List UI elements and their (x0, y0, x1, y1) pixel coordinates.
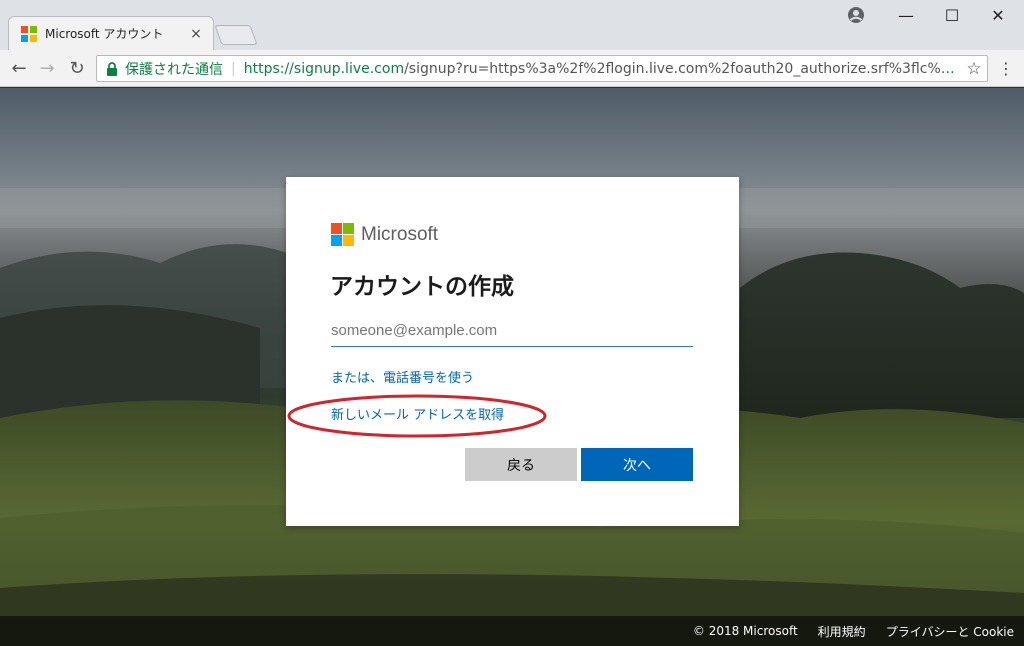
url-text[interactable]: https://signup.live.com/signup?ru=https%… (244, 61, 961, 77)
privacy-cookie-link[interactable]: プライバシーと Cookie (886, 623, 1014, 640)
secure-connection-label[interactable]: 保護された通信 (125, 59, 223, 79)
page-background: Microsoft アカウントの作成 または、電話番号を使う 新しいメール アド… (0, 88, 1024, 646)
microsoft-logo: Microsoft (331, 223, 438, 246)
email-input[interactable] (331, 315, 693, 347)
tab-title: Microsoft アカウント (45, 27, 164, 41)
next-button[interactable]: 次へ (581, 448, 693, 481)
minimize-button[interactable]: — (884, 4, 928, 28)
microsoft-logo-icon (21, 25, 37, 42)
page-title: アカウントの作成 (330, 274, 514, 300)
url-path: /signup?ru=https%3a%2f%2flogin.live.com%… (404, 60, 961, 77)
kebab-menu-icon[interactable]: ⋮ (994, 56, 1018, 82)
star-icon[interactable]: ☆ (961, 59, 987, 79)
use-phone-link[interactable]: または、電話番号を使う (331, 367, 474, 386)
signup-card: Microsoft アカウントの作成 または、電話番号を使う 新しいメール アド… (286, 177, 739, 526)
browser-titlebar: Microsoft アカウント × — ☐ ✕ (0, 0, 1024, 50)
page-footer: © 2018 Microsoft 利用規約 プライバシーと Cookie (0, 616, 1024, 646)
terms-link[interactable]: 利用規約 (818, 623, 866, 640)
new-tab-button[interactable] (214, 25, 258, 45)
back-arrow-icon[interactable]: ← (6, 56, 32, 82)
reload-icon[interactable]: ↻ (64, 56, 90, 82)
lock-icon (107, 61, 117, 76)
copyright-text: © 2018 Microsoft (692, 624, 798, 638)
url-host: https://signup.live.com (243, 60, 405, 77)
browser-toolbar: ← → ↻ 保護された通信 | https://signup.live.com/… (0, 50, 1024, 87)
back-button[interactable]: 戻る (465, 448, 577, 481)
maximize-button[interactable]: ☐ (930, 4, 974, 28)
red-annotation-ellipse (287, 394, 547, 438)
microsoft-wordmark: Microsoft (361, 223, 439, 245)
window-close-button[interactable]: ✕ (976, 4, 1020, 28)
profile-icon[interactable] (847, 6, 865, 24)
tab-close-icon[interactable]: × (185, 26, 207, 42)
address-bar[interactable]: 保護された通信 | https://signup.live.com/signup… (96, 55, 988, 82)
microsoft-squares-icon (331, 223, 354, 246)
forward-arrow-icon[interactable]: → (34, 56, 60, 82)
omnibox-divider: | (231, 60, 236, 77)
browser-tab-active[interactable]: Microsoft アカウント × (8, 16, 214, 50)
